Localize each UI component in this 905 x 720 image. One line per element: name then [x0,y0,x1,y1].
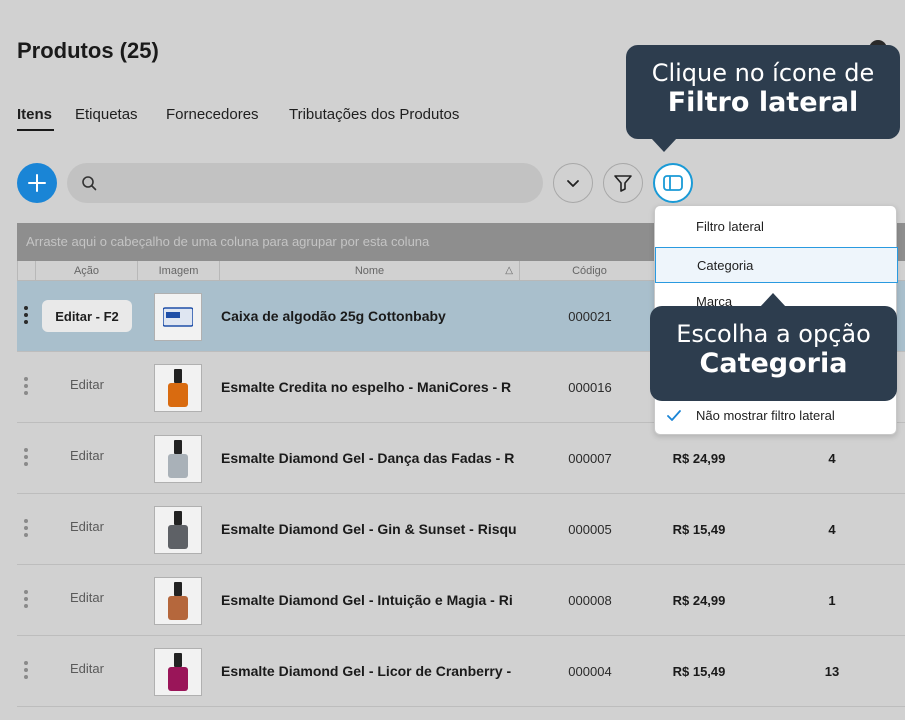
row-menu-icon[interactable] [24,590,28,610]
edit-button[interactable]: Editar - F2 [42,300,132,332]
edit-link[interactable]: Editar [54,590,120,605]
search-icon [82,176,97,191]
plus-icon [28,174,46,192]
table-row[interactable]: Editar Esmalte Diamond Gel - Gin & Sunset… [17,494,905,565]
product-code: 000016 [568,380,612,395]
product-name: Esmalte Diamond Gel - Gin & Sunset - Ris… [221,521,517,537]
product-price: R$ 24,99 [672,593,726,608]
product-name: Esmalte Diamond Gel - Licor de Cranberry… [221,663,512,679]
edit-link[interactable]: Editar [54,519,120,534]
side-filter-button[interactable] [653,163,693,203]
product-image-icon [168,440,188,478]
row-menu-icon[interactable] [24,377,28,397]
edit-link[interactable]: Editar [54,661,120,676]
product-thumbnail [154,577,202,625]
row-menu-icon[interactable] [24,519,28,539]
row-menu-icon[interactable] [24,306,28,326]
page-title: Produtos (25) [17,38,159,63]
edit-link[interactable]: Editar [54,448,120,463]
search-input[interactable] [67,163,543,203]
product-price: R$ 15,49 [672,522,726,537]
product-name: Esmalte Diamond Gel - Intuição e Magia -… [221,592,513,608]
header-acao[interactable]: Ação [35,261,137,281]
product-quantity: 4 [828,451,836,466]
sidebar-panel-icon [663,175,683,191]
tab-tributacoes[interactable]: Tributações dos Produtos [289,106,459,123]
check-icon [667,410,681,421]
header-codigo[interactable]: Código [519,261,659,281]
menu-item-categoria[interactable]: Categoria [655,247,898,283]
header-imagem[interactable]: Imagem [137,261,219,281]
add-product-button[interactable] [17,163,57,203]
callout-top-line2: Filtro lateral [667,87,859,118]
product-thumbnail [154,506,202,554]
tab-itens[interactable]: Itens [17,106,52,123]
product-image-icon [168,511,188,549]
filter-icon [614,175,632,192]
product-thumbnail [154,293,202,341]
product-thumbnail [154,435,202,483]
menu-item-filtro-lateral[interactable]: Filtro lateral [655,209,898,245]
edit-link[interactable]: Editar [54,377,120,392]
filter-button[interactable] [603,163,643,203]
tab-fornecedores[interactable]: Fornecedores [166,106,259,123]
product-name: Caixa de algodão 25g Cottonbaby [221,308,446,324]
chevron-down-icon [567,180,579,187]
product-thumbnail [154,648,202,696]
product-price: R$ 15,49 [672,664,726,679]
product-image-icon [168,653,188,691]
row-menu-icon[interactable] [24,661,28,681]
callout-bottom: Escolha a opção Categoria [650,306,897,401]
menu-item-nao-mostrar[interactable]: Não mostrar filtro lateral [655,398,898,434]
callout-bottom-pointer [760,293,786,307]
table-row[interactable]: Editar Esmalte Diamond Gel - Intuição e M… [17,565,905,636]
callout-top-pointer [651,138,677,152]
product-code: 000021 [568,309,612,324]
product-image-icon [163,307,193,327]
product-code: 000008 [568,593,612,608]
product-quantity: 1 [828,593,836,608]
menu-item-nao-mostrar-label: Não mostrar filtro lateral [696,408,835,423]
product-code: 000004 [568,664,612,679]
product-price: R$ 24,99 [672,451,726,466]
callout-top: Clique no ícone de Filtro lateral [626,45,900,139]
row-menu-icon[interactable] [24,448,28,468]
product-name: Esmalte Credita no espelho - ManiCores -… [221,379,512,395]
product-quantity: 13 [824,664,840,679]
tab-etiquetas[interactable]: Etiquetas [75,106,138,123]
product-code: 000007 [568,451,612,466]
product-quantity: 4 [828,522,836,537]
product-thumbnail [154,364,202,412]
callout-bottom-line1: Escolha a opção [676,320,871,348]
callout-bottom-line2: Categoria [699,348,848,379]
product-image-icon [168,582,188,620]
header-nome-label: Nome [354,265,385,277]
callout-top-line1: Clique no ícone de [651,59,875,87]
active-tab-indicator [17,129,54,131]
sort-indicator-icon: △ [505,265,513,276]
table-row[interactable]: Editar Esmalte Diamond Gel - Licor de Cra… [17,636,905,707]
header-nome[interactable]: Nome △ [219,261,519,281]
product-name: Esmalte Diamond Gel - Dança das Fadas - … [221,450,515,466]
product-image-icon [168,369,188,407]
header-spacer [17,261,35,281]
expand-button[interactable] [553,163,593,203]
product-code: 000005 [568,522,612,537]
